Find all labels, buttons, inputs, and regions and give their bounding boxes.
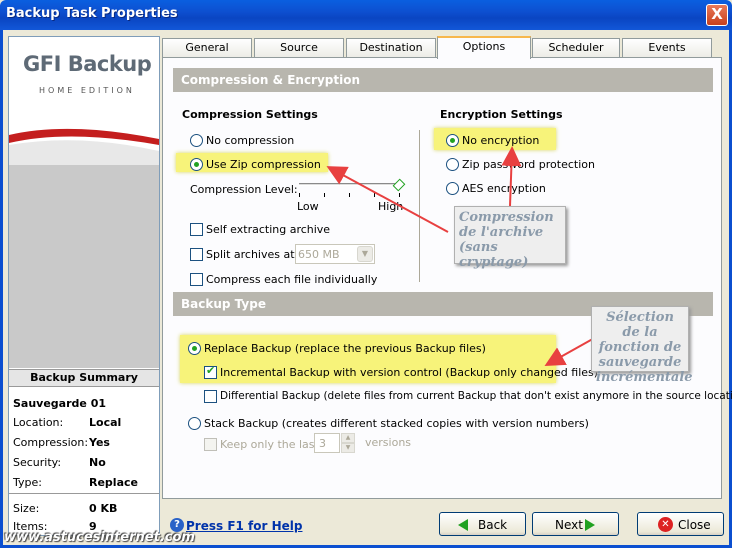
slider-tick (399, 193, 400, 197)
summary-divider (9, 493, 159, 494)
zip-password-label[interactable]: Zip password protection (462, 158, 595, 171)
summary-row: Size: 0 KB (9, 499, 159, 519)
summary-value: Replace (89, 476, 138, 489)
close-button[interactable]: ✕ Close (637, 512, 724, 536)
differential-backup-checkbox[interactable] (204, 390, 217, 403)
compression-encryption-band: Compression & Encryption (173, 68, 713, 92)
no-compression-label[interactable]: No compression (206, 134, 294, 147)
summary-row: Location: Local (9, 413, 159, 433)
summary-key: Compression: (13, 436, 89, 449)
left-pane: GFI Backup HOME EDITION Backup Summary S… (8, 36, 160, 536)
slider-low-label: Low (297, 200, 319, 213)
differential-backup-label[interactable]: Differential Backup (delete files from c… (220, 390, 732, 402)
summary-value: 0 KB (89, 502, 118, 515)
stepper-down-icon[interactable]: ▼ (341, 443, 355, 453)
watermark: www.astucesinternet.com (4, 530, 195, 545)
summary-row: Security: No (9, 453, 159, 473)
compress-each-checkbox[interactable] (190, 273, 203, 286)
compression-settings-title: Compression Settings (182, 108, 318, 121)
arrow-right-icon (585, 519, 595, 531)
zip-password-radio[interactable] (446, 158, 459, 171)
slider-high-label: High (378, 200, 404, 213)
logo-swoosh-icon (9, 128, 159, 165)
close-label: Close (678, 518, 711, 532)
use-zip-label[interactable]: Use Zip compression (206, 158, 321, 171)
back-button[interactable]: Back (439, 512, 526, 536)
back-label: Back (478, 518, 508, 532)
keep-versions-value[interactable]: 3 (314, 433, 340, 453)
summary-task-name: Sauvegarde 01 (13, 397, 107, 410)
split-size-value: 650 MB (298, 248, 340, 261)
compression-level-track[interactable] (299, 183, 401, 186)
incremental-backup-label[interactable]: Incremental Backup with version control … (220, 366, 598, 379)
incremental-backup-checkbox[interactable] (204, 364, 217, 379)
compression-level-label: Compression Level: (190, 183, 298, 196)
summary-key: Location: (13, 416, 64, 429)
tab-options[interactable]: Options (437, 36, 531, 59)
tab-general[interactable]: General (162, 38, 252, 58)
aes-encryption-radio[interactable] (446, 182, 459, 195)
gfi-logo: GFI Backup HOME EDITION (9, 37, 159, 117)
summary-row: Compression: Yes (9, 433, 159, 453)
summary-row: Type: Replace (9, 473, 159, 493)
summary-value: Yes (89, 436, 110, 449)
annotation-note-incremental: Sélection de la fonction de sauvegarde i… (591, 306, 693, 385)
summary-value: No (89, 456, 106, 469)
split-archives-checkbox[interactable] (190, 248, 203, 261)
next-button[interactable]: Next (532, 512, 619, 536)
keep-only-checkbox[interactable] (204, 438, 217, 451)
slider-tick (299, 193, 300, 197)
window-close-button[interactable]: X (706, 4, 728, 26)
split-size-select[interactable]: 650 MB ▼ (295, 244, 375, 264)
keep-only-label[interactable]: Keep only the last (220, 438, 319, 451)
stepper-up-icon[interactable]: ▲ (341, 433, 355, 443)
keep-versions-stepper[interactable]: 3 ▲ ▼ (314, 433, 356, 453)
split-archives-label[interactable]: Split archives at: (206, 248, 298, 261)
logo-brand: GFI Backup (23, 52, 152, 76)
no-compression-radio[interactable] (190, 134, 203, 147)
self-extracting-checkbox[interactable] (190, 223, 203, 236)
use-zip-radio[interactable] (190, 158, 203, 171)
stack-backup-radio[interactable] (188, 417, 201, 430)
encryption-settings-title: Encryption Settings (440, 108, 563, 121)
slider-tick (324, 193, 325, 197)
summary-header: Backup Summary (9, 369, 159, 387)
left-pane-filler (9, 165, 159, 368)
title-bar: Backup Task Properties X (0, 0, 732, 30)
slider-tick (349, 193, 350, 197)
compress-each-label[interactable]: Compress each file individually (206, 273, 377, 286)
stack-backup-label[interactable]: Stack Backup (creates different stacked … (204, 417, 589, 430)
tab-source[interactable]: Source (254, 38, 344, 58)
tab-destination[interactable]: Destination (346, 38, 436, 58)
aes-encryption-label[interactable]: AES encryption (462, 182, 546, 195)
no-encryption-radio[interactable] (446, 134, 459, 147)
tab-bar: General Source Destination Options Sched… (162, 36, 722, 59)
annotation-note-compression: Compression de l'archive (sans cryptage) (454, 206, 566, 270)
replace-backup-radio[interactable] (188, 342, 201, 355)
summary-key: Security: (13, 456, 62, 469)
slider-tick (374, 193, 375, 197)
versions-label: versions (365, 436, 412, 449)
no-encryption-label[interactable]: No encryption (462, 134, 539, 147)
arrow-left-icon (458, 519, 468, 531)
settings-divider (419, 130, 420, 282)
summary-key: Size: (13, 502, 40, 515)
tab-events[interactable]: Events (622, 38, 712, 58)
self-extracting-label[interactable]: Self extracting archive (206, 223, 330, 236)
summary-key: Type: (13, 476, 42, 489)
close-icon: ✕ (658, 517, 673, 532)
logo-edition: HOME EDITION (39, 86, 135, 95)
help-link[interactable]: Press F1 for Help (186, 519, 302, 533)
summary-value: Local (89, 416, 122, 429)
chevron-down-icon[interactable]: ▼ (357, 246, 373, 262)
replace-backup-label[interactable]: Replace Backup (replace the previous Bac… (204, 342, 486, 355)
window-title: Backup Task Properties (6, 6, 178, 21)
next-label: Next (555, 518, 583, 532)
tab-scheduler[interactable]: Scheduler (532, 38, 620, 58)
